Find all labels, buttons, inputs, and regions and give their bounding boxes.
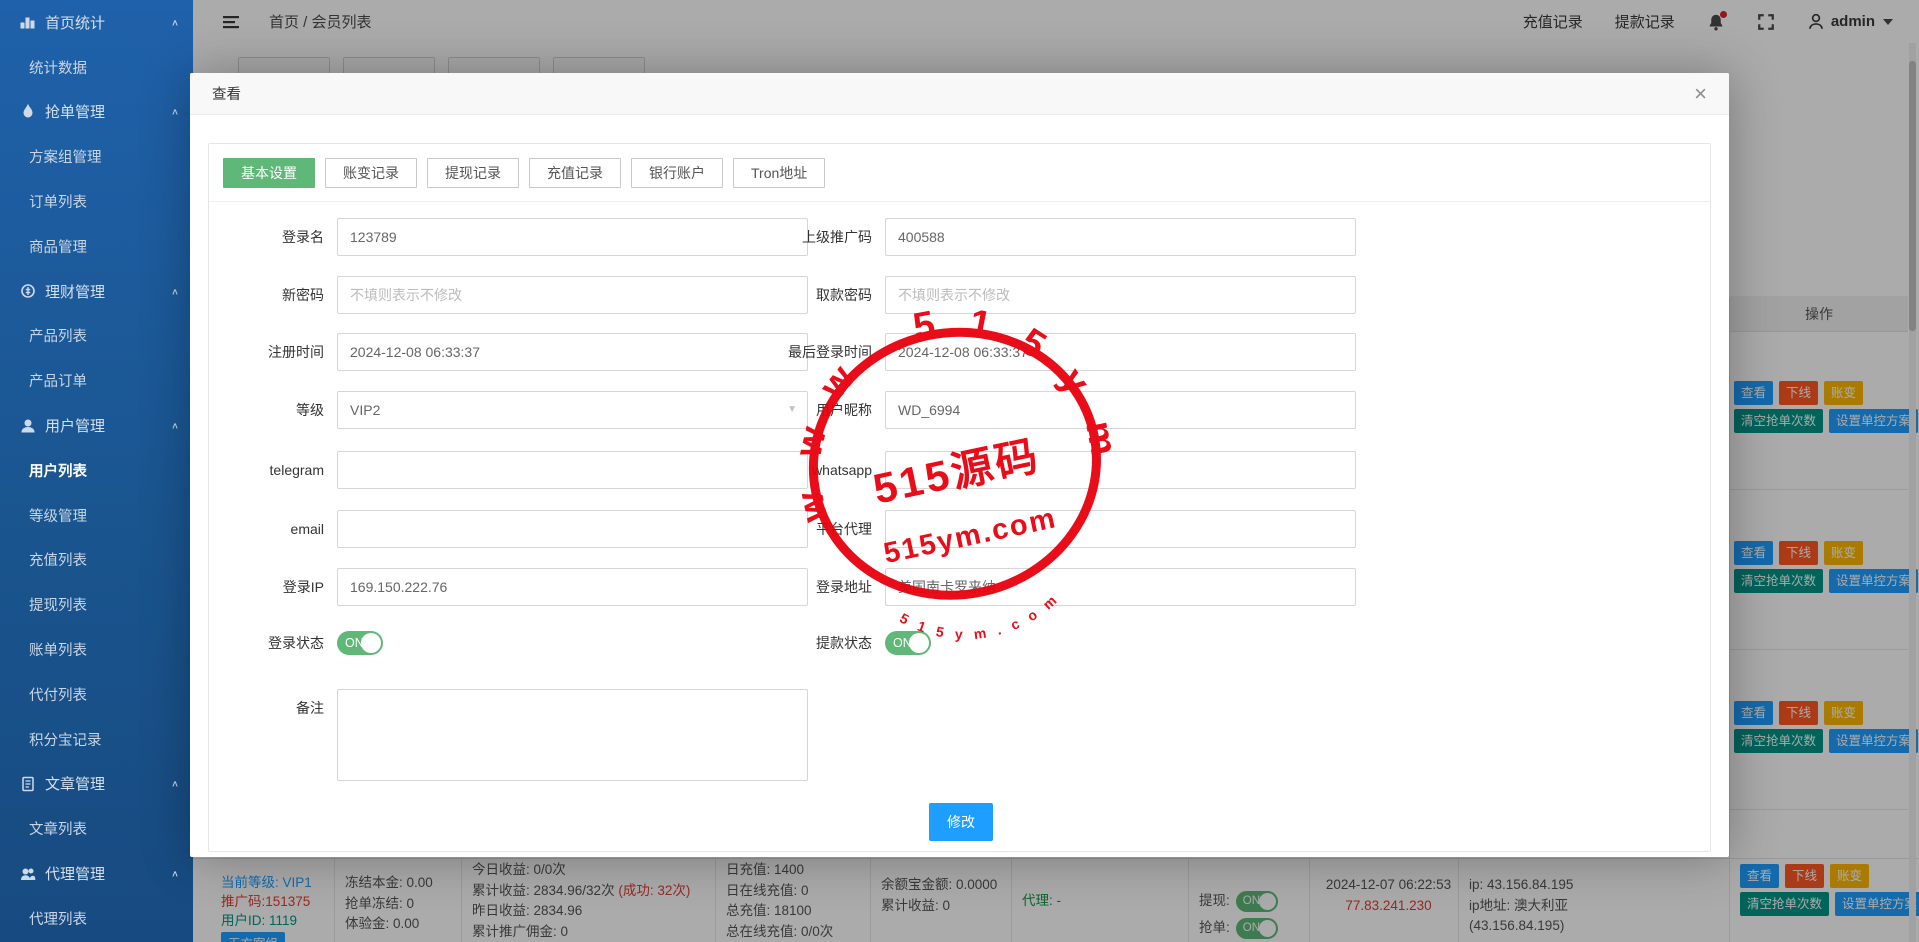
parent-code-field[interactable] <box>885 218 1356 256</box>
platform-agent-label: 平台代理 <box>749 519 885 539</box>
sidebar: 首页统计 ∧ 统计数据 抢单管理 ∧ 方案组管理 订单列表 商品管理 理财管理 … <box>0 0 193 942</box>
sidebar-item-product-orders[interactable]: 产品订单 <box>0 358 193 403</box>
chevron-up-icon: ∧ <box>171 17 179 27</box>
sidebar-item-grab-mgmt[interactable]: 抢单管理 ∧ <box>0 90 193 135</box>
user-icon <box>20 418 36 434</box>
sidebar-item-goods-mgmt[interactable]: 商品管理 <box>0 224 193 269</box>
chevron-up-icon: ∧ <box>171 286 179 296</box>
telegram-label: telegram <box>209 462 337 478</box>
email-field[interactable] <box>337 510 808 548</box>
login-ip-field[interactable] <box>337 568 808 606</box>
last-login-time-label: 最后登录时间 <box>749 342 885 362</box>
tab-recharge-records[interactable]: 充值记录 <box>529 158 621 188</box>
withdraw-status-label: 提款状态 <box>749 633 885 653</box>
login-address-label: 登录地址 <box>749 577 885 597</box>
sidebar-item-level-mgmt[interactable]: 等级管理 <box>0 493 193 538</box>
login-name-label: 登录名 <box>209 227 337 247</box>
close-icon[interactable]: × <box>1694 81 1707 107</box>
login-ip-label: 登录IP <box>209 577 337 597</box>
sidebar-item-payment-list[interactable]: 代付列表 <box>0 672 193 717</box>
withdraw-password-field[interactable] <box>885 276 1356 314</box>
whatsapp-field[interactable] <box>885 451 1356 489</box>
new-password-label: 新密码 <box>209 285 337 305</box>
tab-tron-address[interactable]: Tron地址 <box>733 158 825 188</box>
nickname-field[interactable] <box>885 391 1356 429</box>
sidebar-item-home-stats[interactable]: 首页统计 ∧ <box>0 0 193 45</box>
modal-title: 查看 <box>212 83 241 104</box>
sidebar-item-agent-list[interactable]: 代理列表 <box>0 896 193 941</box>
register-time-field[interactable] <box>337 333 808 371</box>
sidebar-item-finance-mgmt[interactable]: 理财管理 ∧ <box>0 269 193 314</box>
modal-card: 基本设置 账变记录 提现记录 充值记录 银行账户 Tron地址 登录名 上级推广… <box>208 143 1711 852</box>
modal-header: 查看 <box>190 73 1729 115</box>
sidebar-item-product-list[interactable]: 产品列表 <box>0 314 193 359</box>
chevron-up-icon: ∧ <box>171 779 179 789</box>
level-label: 等级 <box>209 400 337 420</box>
level-select[interactable] <box>337 391 808 429</box>
sidebar-item-article-mgmt[interactable]: 文章管理 ∧ <box>0 762 193 807</box>
sidebar-item-user-list[interactable]: 用户列表 <box>0 448 193 493</box>
login-address-field[interactable] <box>885 568 1356 606</box>
sidebar-item-user-mgmt[interactable]: 用户管理 ∧ <box>0 403 193 448</box>
sidebar-item-bill-list[interactable]: 账单列表 <box>0 627 193 672</box>
sidebar-item-points-record[interactable]: 积分宝记录 <box>0 717 193 762</box>
login-name-field[interactable] <box>337 218 808 256</box>
remark-textarea[interactable] <box>337 689 808 781</box>
chart-icon <box>20 14 36 30</box>
tab-bar: 基本设置 账变记录 提现记录 充值记录 银行账户 Tron地址 <box>223 158 825 188</box>
register-time-label: 注册时间 <box>209 342 337 362</box>
sidebar-item-plan-group[interactable]: 方案组管理 <box>0 134 193 179</box>
sidebar-item-label: 首页统计 <box>45 12 105 33</box>
login-status-toggle[interactable]: ON <box>337 631 383 655</box>
sidebar-item-withdraw-list[interactable]: 提现列表 <box>0 582 193 627</box>
submit-button[interactable]: 修改 <box>929 803 993 841</box>
sidebar-item-stats-data[interactable]: 统计数据 <box>0 45 193 90</box>
sidebar-item-agent-mgmt[interactable]: 代理管理 ∧ <box>0 851 193 896</box>
tab-withdraw-records[interactable]: 提现记录 <box>427 158 519 188</box>
sidebar-item-article-list[interactable]: 文章列表 <box>0 806 193 851</box>
tab-account-changes[interactable]: 账变记录 <box>325 158 417 188</box>
withdraw-password-label: 取款密码 <box>749 285 885 305</box>
remark-label: 备注 <box>209 689 337 718</box>
whatsapp-label: whatsapp <box>749 462 885 478</box>
chevron-up-icon: ∧ <box>171 420 179 430</box>
nickname-label: 用户昵称 <box>749 400 885 420</box>
sidebar-item-recharge-list[interactable]: 充值列表 <box>0 538 193 583</box>
platform-agent-field[interactable] <box>885 510 1356 548</box>
login-status-label: 登录状态 <box>209 633 337 653</box>
withdraw-status-toggle[interactable]: ON <box>885 631 931 655</box>
view-user-modal: 查看 × 基本设置 账变记录 提现记录 充值记录 银行账户 Tron地址 登录名… <box>190 73 1729 857</box>
email-label: email <box>209 521 337 537</box>
finance-icon <box>20 283 36 299</box>
parent-code-label: 上级推广码 <box>749 227 885 247</box>
agents-icon <box>20 866 36 882</box>
telegram-field[interactable] <box>337 451 808 489</box>
fire-icon <box>20 104 36 120</box>
chevron-up-icon: ∧ <box>171 868 179 878</box>
new-password-field[interactable] <box>337 276 808 314</box>
last-login-time-field[interactable] <box>885 333 1356 371</box>
sidebar-item-order-list[interactable]: 订单列表 <box>0 179 193 224</box>
tab-basic-settings[interactable]: 基本设置 <box>223 158 315 188</box>
article-icon <box>20 776 36 792</box>
chevron-up-icon: ∧ <box>171 107 179 117</box>
tab-bank-account[interactable]: 银行账户 <box>631 158 723 188</box>
